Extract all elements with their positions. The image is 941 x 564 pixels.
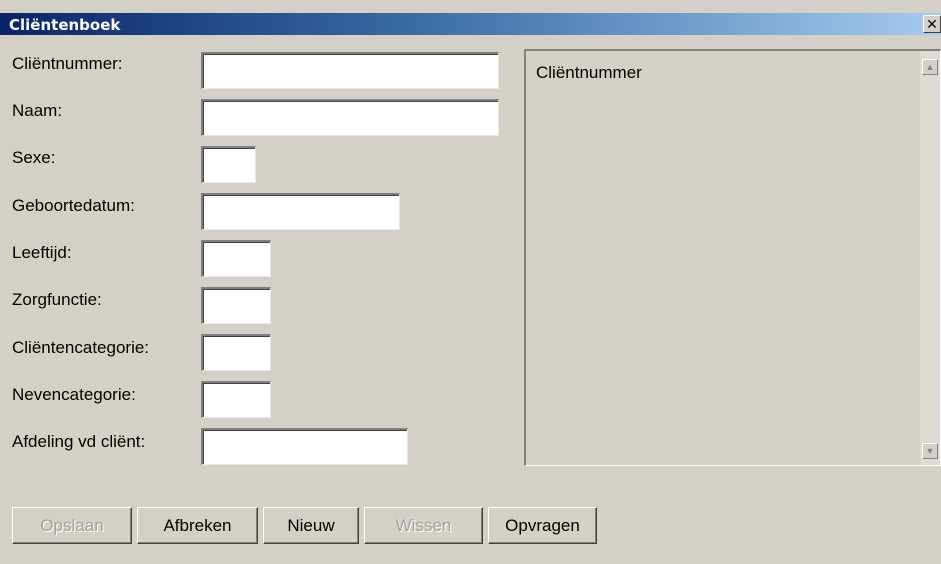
zorgfunctie-field[interactable] (201, 287, 271, 324)
label-zorgfunctie: Zorgfunctie: (12, 290, 102, 309)
label-naam: Naam: (12, 101, 63, 120)
label-sexe: Sexe: (12, 148, 56, 167)
label-leeftijd: Leeftijd: (12, 243, 72, 262)
clientnummer-field[interactable] (201, 52, 499, 89)
query-button[interactable]: Opvragen (488, 507, 597, 544)
client-listbox[interactable]: Cliëntnummer ▲ ▼ (524, 49, 941, 466)
leeftijd-field[interactable] (201, 240, 271, 277)
geboortedatum-field[interactable] (201, 193, 400, 230)
new-button[interactable]: Nieuw (263, 507, 359, 544)
nevencategorie-field[interactable] (201, 381, 271, 418)
label-geboortedatum: Geboortedatum: (12, 196, 135, 215)
label-afdeling: Afdeling vd cliënt: (12, 432, 146, 451)
label-nevencategorie: Nevencategorie: (12, 385, 136, 404)
title-bar: Cliëntenboek ✕ (0, 13, 941, 35)
afdeling-field[interactable] (201, 428, 408, 465)
window-title: Cliëntenboek (9, 16, 121, 34)
sexe-field[interactable] (201, 146, 256, 183)
save-button[interactable]: Opslaan (12, 507, 132, 544)
cancel-button[interactable]: Afbreken (137, 507, 258, 544)
clientencategorie-field[interactable] (201, 334, 271, 371)
label-clientencategorie: Cliëntencategorie: (12, 338, 150, 357)
scroll-up-icon[interactable]: ▲ (922, 59, 938, 75)
list-column-header: Cliëntnummer (536, 63, 642, 82)
label-clientnummer: Cliëntnummer: (12, 54, 123, 73)
naam-field[interactable] (201, 99, 499, 136)
scroll-down-icon[interactable]: ▼ (922, 443, 938, 459)
clear-button[interactable]: Wissen (364, 507, 483, 544)
close-icon[interactable]: ✕ (923, 15, 941, 33)
vertical-scrollbar[interactable]: ▲ ▼ (920, 51, 940, 465)
